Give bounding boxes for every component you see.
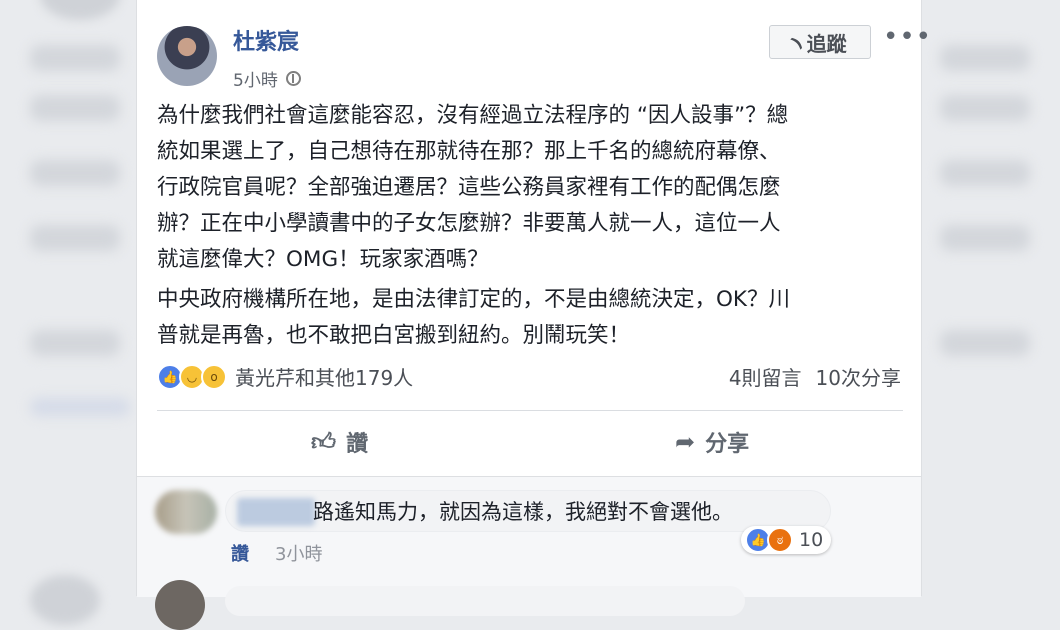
post-time[interactable]: 5小時 xyxy=(233,66,278,91)
thumbs-up-icon: 👍︎ xyxy=(311,427,337,456)
background-blur xyxy=(30,575,100,625)
comments-count[interactable]: 4則留言 xyxy=(729,362,802,391)
background-blur xyxy=(30,398,130,416)
more-options-icon[interactable]: ••• xyxy=(883,22,932,52)
reactions-text[interactable]: 黃光芹和其他179人 xyxy=(235,362,413,391)
commenter-avatar[interactable] xyxy=(155,580,205,630)
background-blur xyxy=(30,95,120,121)
post-card: 杜紫宸 5小時 ) 追蹤 ••• 為什麼我們社會這麼能容忍，沒有經過立法程序的 … xyxy=(136,0,931,630)
comment-reactions[interactable]: 👍 ಠ 10 xyxy=(741,526,832,554)
comment-bubble xyxy=(225,586,745,616)
comment-text: 路遙知馬力，就因為這樣，我絕對不會選他。 xyxy=(313,500,733,524)
commenter-avatar[interactable] xyxy=(155,490,217,534)
like-button[interactable]: 👍︎ 讚 xyxy=(311,418,368,466)
commenter-name-redacted xyxy=(237,498,315,526)
wow-reaction-icon: o xyxy=(201,363,227,390)
background-blur xyxy=(40,0,120,20)
post-meta: 5小時 xyxy=(233,66,301,91)
background-blur xyxy=(940,95,1030,121)
engagement-counts: 4則留言 10次分享 xyxy=(729,362,901,391)
background-blur xyxy=(940,45,1030,71)
rss-icon: ) xyxy=(787,32,807,52)
background-blur xyxy=(30,160,120,186)
background-blur xyxy=(940,225,1030,251)
author-avatar[interactable] xyxy=(157,26,217,86)
post-paragraph-1: 為什麼我們社會這麼能容忍，沒有經過立法程序的 “因人設事”？總 統如果選上了，自… xyxy=(157,103,789,272)
follow-button[interactable]: ) 追蹤 xyxy=(769,25,871,59)
comment-reaction-count: 10 xyxy=(799,529,824,551)
comment-time[interactable]: 3小時 xyxy=(275,540,322,566)
background-blur xyxy=(30,45,120,71)
author-name[interactable]: 杜紫宸 xyxy=(233,24,299,56)
background-blur xyxy=(940,330,1030,356)
comment-like-link[interactable]: 讚 xyxy=(231,540,249,566)
background-blur xyxy=(940,160,1030,186)
angry-reaction-icon: ಠ xyxy=(767,527,793,553)
globe-icon xyxy=(285,71,301,86)
share-label: 分享 xyxy=(705,432,750,457)
share-button[interactable]: ➦ 分享 xyxy=(675,418,749,466)
reaction-summary[interactable]: 👍 ◡ o 黃光芹和其他179人 xyxy=(157,362,413,391)
follow-label: 追蹤 xyxy=(806,31,847,56)
shares-count[interactable]: 10次分享 xyxy=(816,362,901,391)
background-blur xyxy=(30,330,120,356)
background-blur xyxy=(30,225,120,251)
post-paragraph-2: 中央政府機構所在地，是由法律訂定的，不是由總統決定，OK？川 普就是再魯，也不敢… xyxy=(157,287,791,348)
share-arrow-icon: ➦ xyxy=(675,428,696,456)
like-label: 讚 xyxy=(346,432,369,457)
divider xyxy=(157,410,903,411)
